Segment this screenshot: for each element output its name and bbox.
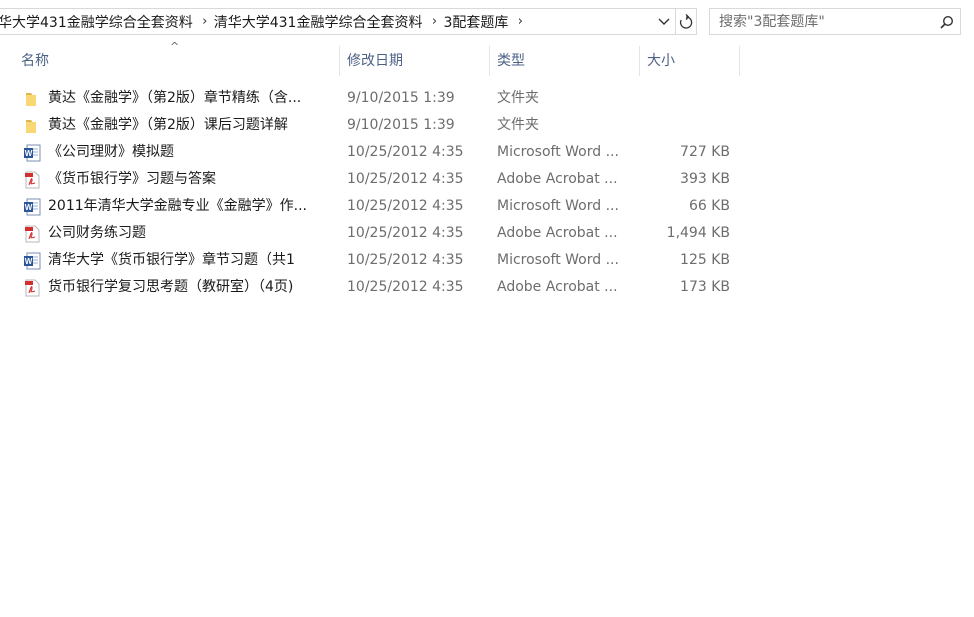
svg-text:W: W bbox=[25, 149, 33, 158]
svg-text:W: W bbox=[25, 203, 33, 212]
breadcrumb-separator-icon[interactable]: › bbox=[196, 14, 214, 29]
file-date: 10/25/2012 4:35 bbox=[347, 225, 464, 241]
file-size: 173 KB bbox=[680, 279, 730, 295]
file-date: 10/25/2012 4:35 bbox=[347, 252, 464, 268]
svg-text:W: W bbox=[25, 257, 33, 266]
file-row[interactable]: W 2011年清华大学金融专业《金融学》作... 10/25/2012 4:35 Mi… bbox=[0, 193, 740, 220]
file-size: 66 KB bbox=[688, 198, 730, 214]
file-date: 10/25/2012 4:35 bbox=[347, 171, 464, 187]
search-input[interactable] bbox=[710, 10, 934, 33]
word-icon: W bbox=[23, 198, 41, 216]
file-name[interactable]: 黄达《金融学》（第2版）课后习题详解 bbox=[48, 112, 330, 139]
pdf-icon bbox=[23, 171, 41, 189]
pdf-icon bbox=[23, 225, 41, 243]
file-type: Adobe Acrobat ... bbox=[497, 171, 618, 187]
file-row[interactable]: 货币银行学复习思考题（教研室）（4页) 10/25/2012 4:35 Adobe … bbox=[0, 274, 740, 301]
file-date: 10/25/2012 4:35 bbox=[347, 198, 464, 214]
refresh-button[interactable] bbox=[675, 9, 696, 34]
file-type: Adobe Acrobat ... bbox=[497, 225, 618, 241]
refresh-icon bbox=[679, 13, 693, 29]
column-header-row: 名称 修改日期 类型 大小 bbox=[0, 46, 740, 76]
column-header-name[interactable]: 名称 bbox=[13, 46, 339, 76]
file-row[interactable]: 黄达《金融学》（第2版）章节精练（含... 9/10/2015 1:39 文件夹 bbox=[0, 85, 740, 112]
file-type: 文件夹 bbox=[497, 90, 539, 106]
column-header-size[interactable]: 大小 bbox=[639, 46, 739, 76]
column-header-date[interactable]: 修改日期 bbox=[339, 46, 489, 76]
folder-icon bbox=[23, 90, 41, 108]
search-box[interactable] bbox=[709, 8, 961, 35]
breadcrumb-separator-icon[interactable]: › bbox=[511, 14, 529, 29]
file-name[interactable]: 货币银行学复习思考题（教研室）（4页) bbox=[48, 274, 330, 301]
file-name[interactable]: 《货币银行学》习题与答案 bbox=[48, 166, 330, 193]
file-size: 727 KB bbox=[680, 144, 730, 160]
column-divider[interactable] bbox=[739, 46, 740, 76]
word-icon: W bbox=[23, 252, 41, 270]
file-type: 文件夹 bbox=[497, 117, 539, 133]
file-date: 9/10/2015 1:39 bbox=[347, 90, 455, 106]
file-row[interactable]: 《货币银行学》习题与答案 10/25/2012 4:35 Adobe Acrobat… bbox=[0, 166, 740, 193]
file-name[interactable]: 2011年清华大学金融专业《金融学》作... bbox=[48, 193, 330, 220]
breadcrumb-item[interactable]: 华大学431金融学综合全套资料 bbox=[0, 12, 196, 32]
file-type: Microsoft Word ... bbox=[497, 198, 619, 214]
file-type: Microsoft Word ... bbox=[497, 252, 619, 268]
file-name[interactable]: 《公司理财》模拟题 bbox=[48, 139, 330, 166]
word-icon: W bbox=[23, 144, 41, 162]
file-size: 125 KB bbox=[680, 252, 730, 268]
file-size: 393 KB bbox=[680, 171, 730, 187]
pdf-icon bbox=[23, 279, 41, 297]
file-type: Microsoft Word ... bbox=[497, 144, 619, 160]
breadcrumb-separator-icon[interactable]: › bbox=[425, 14, 443, 29]
column-header-type[interactable]: 类型 bbox=[489, 46, 639, 76]
chevron-down-icon bbox=[658, 18, 670, 25]
breadcrumb-item[interactable]: 清华大学431金融学综合全套资料 bbox=[214, 12, 426, 32]
file-list: 黄达《金融学》（第2版）章节精练（含... 9/10/2015 1:39 文件夹 黄达… bbox=[0, 85, 740, 301]
file-size: 1,494 KB bbox=[666, 225, 730, 241]
file-name[interactable]: 清华大学《货币银行学》章节习题（共1 bbox=[48, 247, 330, 274]
search-icon[interactable] bbox=[934, 15, 960, 29]
file-date: 9/10/2015 1:39 bbox=[347, 117, 455, 133]
file-date: 10/25/2012 4:35 bbox=[347, 144, 464, 160]
folder-icon bbox=[23, 117, 41, 135]
breadcrumb-item[interactable]: 3配套题库 bbox=[443, 12, 511, 32]
address-bar[interactable]: 华大学431金融学综合全套资料 › 清华大学431金融学综合全套资料 › 3配套… bbox=[0, 8, 697, 35]
file-size bbox=[640, 85, 730, 112]
address-dropdown-button[interactable] bbox=[653, 9, 675, 34]
file-row[interactable]: W 《公司理财》模拟题 10/25/2012 4:35 Microsoft Word … bbox=[0, 139, 740, 166]
file-row[interactable]: 公司财务练习题 10/25/2012 4:35 Adobe Acrobat ... 1… bbox=[0, 220, 740, 247]
file-date: 10/25/2012 4:35 bbox=[347, 279, 464, 295]
file-name[interactable]: 公司财务练习题 bbox=[48, 220, 330, 247]
file-name[interactable]: 黄达《金融学》（第2版）章节精练（含... bbox=[48, 85, 330, 112]
file-type: Adobe Acrobat ... bbox=[497, 279, 618, 295]
file-row[interactable]: W 清华大学《货币银行学》章节习题（共1 10/25/2012 4:35 Micros… bbox=[0, 247, 740, 274]
file-size bbox=[640, 112, 730, 139]
file-row[interactable]: 黄达《金融学》（第2版）课后习题详解 9/10/2015 1:39 文件夹 bbox=[0, 112, 740, 139]
